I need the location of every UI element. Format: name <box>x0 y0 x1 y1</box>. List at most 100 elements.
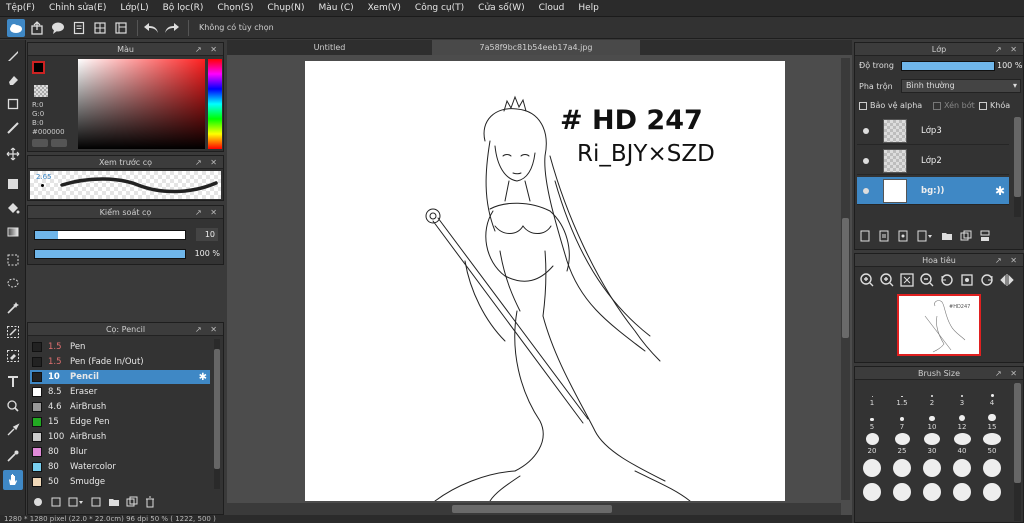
brush-size-option[interactable]: 40 <box>947 433 977 455</box>
visibility-icon[interactable] <box>861 186 871 196</box>
new-layer-8bit-icon[interactable] <box>878 230 890 245</box>
gradient-tool-icon[interactable] <box>3 222 23 242</box>
merge-layer-icon[interactable] <box>979 230 991 245</box>
brush-folder-icon[interactable] <box>108 496 120 511</box>
text-tool-icon[interactable] <box>3 372 23 392</box>
share-icon[interactable] <box>28 19 46 37</box>
brush-settings-icon[interactable] <box>68 496 84 511</box>
new-layer-menu-icon[interactable] <box>916 230 934 245</box>
brush-item-eraser[interactable]: 8.5 Eraser <box>30 385 210 399</box>
brush-item-pencil[interactable]: 10 Pencil ✱ <box>30 370 210 384</box>
brush-tool-icon[interactable] <box>3 46 23 66</box>
brush-size-option[interactable] <box>887 457 917 479</box>
panel-controls-icon[interactable]: ↗ ✕ <box>195 323 220 336</box>
brush-size-option[interactable] <box>947 457 977 479</box>
select-eraser-icon[interactable] <box>3 346 23 366</box>
brush-item-watercolor[interactable]: 80 Watercolor <box>30 460 210 474</box>
brush-size-option[interactable] <box>857 457 887 479</box>
visibility-icon[interactable] <box>861 156 871 166</box>
protect-alpha-checkbox[interactable]: Bảo vệ alpha <box>859 101 922 110</box>
menu-file[interactable]: Tệp(F) <box>0 3 42 13</box>
layer-row[interactable]: Lớp3 <box>857 117 1009 145</box>
grid-icon[interactable] <box>91 19 109 37</box>
dropper-tool-icon[interactable] <box>3 446 23 466</box>
fit-screen-icon[interactable] <box>899 272 915 288</box>
brush-size-option[interactable]: 5 <box>857 409 887 431</box>
brush-duplicate-icon[interactable] <box>126 496 138 511</box>
gear-icon[interactable]: ✱ <box>199 372 207 383</box>
panel-controls-icon[interactable]: ↗ ✕ <box>195 156 220 169</box>
magic-wand-icon[interactable] <box>3 298 23 318</box>
eraser-tool-icon[interactable] <box>3 70 23 90</box>
menu-select[interactable]: Chọn(S) <box>210 3 260 13</box>
color-wheel-button[interactable] <box>32 139 48 147</box>
duplicate-layer-icon[interactable] <box>960 230 972 245</box>
hand-tool-icon[interactable] <box>3 470 23 490</box>
canvas-vertical-scrollbar[interactable] <box>841 58 850 500</box>
redo-icon[interactable] <box>163 19 181 37</box>
brush-item-pen-fade-in-out-[interactable]: 1.5 Pen (Fade In/Out) <box>30 355 210 369</box>
brush-size-option[interactable]: 25 <box>887 433 917 455</box>
menu-tools[interactable]: Công cụ(T) <box>408 3 471 13</box>
brush-size-option[interactable] <box>947 481 977 503</box>
brush-item-airbrush[interactable]: 100 AirBrush <box>30 430 210 444</box>
brush-size-option[interactable]: 4 <box>977 385 1007 407</box>
brush-size-option[interactable] <box>977 481 1007 503</box>
undo-icon[interactable] <box>142 19 160 37</box>
panel-controls-icon[interactable]: ↗ ✕ <box>195 206 220 219</box>
rotate-left-icon[interactable] <box>939 272 955 288</box>
fill-rect-tool-icon[interactable] <box>3 174 23 194</box>
navigator-thumbnail[interactable]: #HD247 <box>897 294 981 356</box>
reset-view-icon[interactable] <box>959 272 975 288</box>
brush-size-option[interactable]: 30 <box>917 433 947 455</box>
zoom-in-icon[interactable] <box>859 272 875 288</box>
menu-view[interactable]: Xem(V) <box>361 3 408 13</box>
brush-size-option[interactable] <box>857 481 887 503</box>
foreground-color-swatch[interactable] <box>32 61 45 74</box>
lock-checkbox[interactable]: Khóa <box>979 101 1010 110</box>
select-pen-icon[interactable] <box>3 322 23 342</box>
brush-list-scrollbar[interactable] <box>214 339 220 489</box>
panel-controls-icon[interactable]: ↗ ✕ <box>995 367 1020 380</box>
brush-size-scrollbar[interactable] <box>1014 383 1021 521</box>
cloud-icon[interactable] <box>7 18 25 37</box>
layer-row[interactable]: bg:)) ✱ <box>857 177 1009 205</box>
brush-item-airbrush[interactable]: 4.6 AirBrush <box>30 400 210 414</box>
drawing-canvas[interactable]: # HD 247 Ri_BJY×SZD <box>305 61 785 502</box>
eyedropper-tool-icon[interactable] <box>3 420 23 440</box>
layer-row[interactable]: Lớp2 <box>857 147 1009 175</box>
brush-edit-icon[interactable] <box>90 496 102 511</box>
gear-icon[interactable]: ✱ <box>995 184 1005 198</box>
menu-layer[interactable]: Lớp(L) <box>113 3 155 13</box>
move-tool-icon[interactable] <box>3 144 23 164</box>
menu-filter[interactable]: Bộ lọc(R) <box>156 3 211 13</box>
visibility-icon[interactable] <box>861 126 871 136</box>
brush-size-option[interactable]: 7 <box>887 409 917 431</box>
menu-cloud[interactable]: Cloud <box>532 3 572 13</box>
line-tool-icon[interactable] <box>3 118 23 138</box>
brush-size-option[interactable]: 15 <box>977 409 1007 431</box>
comment-icon[interactable] <box>49 19 67 37</box>
brush-item-smudge[interactable]: 50 Smudge <box>30 475 210 489</box>
brush-size-option[interactable]: 12 <box>947 409 977 431</box>
brush-add-icon[interactable] <box>32 496 44 511</box>
brush-delete-icon[interactable] <box>144 496 156 511</box>
brush-size-option[interactable]: 1 <box>857 385 887 407</box>
rect-tool-icon[interactable] <box>3 94 23 114</box>
brush-size-option[interactable]: 20 <box>857 433 887 455</box>
tab-untitled[interactable]: Untitled <box>227 40 432 55</box>
transparent-color-swatch[interactable] <box>34 85 48 97</box>
brush-size-option[interactable] <box>887 481 917 503</box>
brush-item-blur[interactable]: 80 Blur <box>30 445 210 459</box>
menu-color[interactable]: Màu (C) <box>312 3 361 13</box>
brush-size-option[interactable]: 50 <box>977 433 1007 455</box>
page-icon[interactable] <box>70 19 88 37</box>
brush-copy-icon[interactable] <box>50 496 62 511</box>
brush-size-value[interactable]: 10 <box>196 228 218 241</box>
layer-list-scrollbar[interactable] <box>1014 117 1021 217</box>
brush-opacity-slider[interactable] <box>34 249 186 259</box>
blend-mode-select[interactable]: Bình thường ▾ <box>901 79 1021 93</box>
clipping-checkbox[interactable]: Xén bớt <box>933 101 975 110</box>
brush-size-option[interactable]: 3 <box>947 385 977 407</box>
zoom-out-icon[interactable] <box>919 272 935 288</box>
